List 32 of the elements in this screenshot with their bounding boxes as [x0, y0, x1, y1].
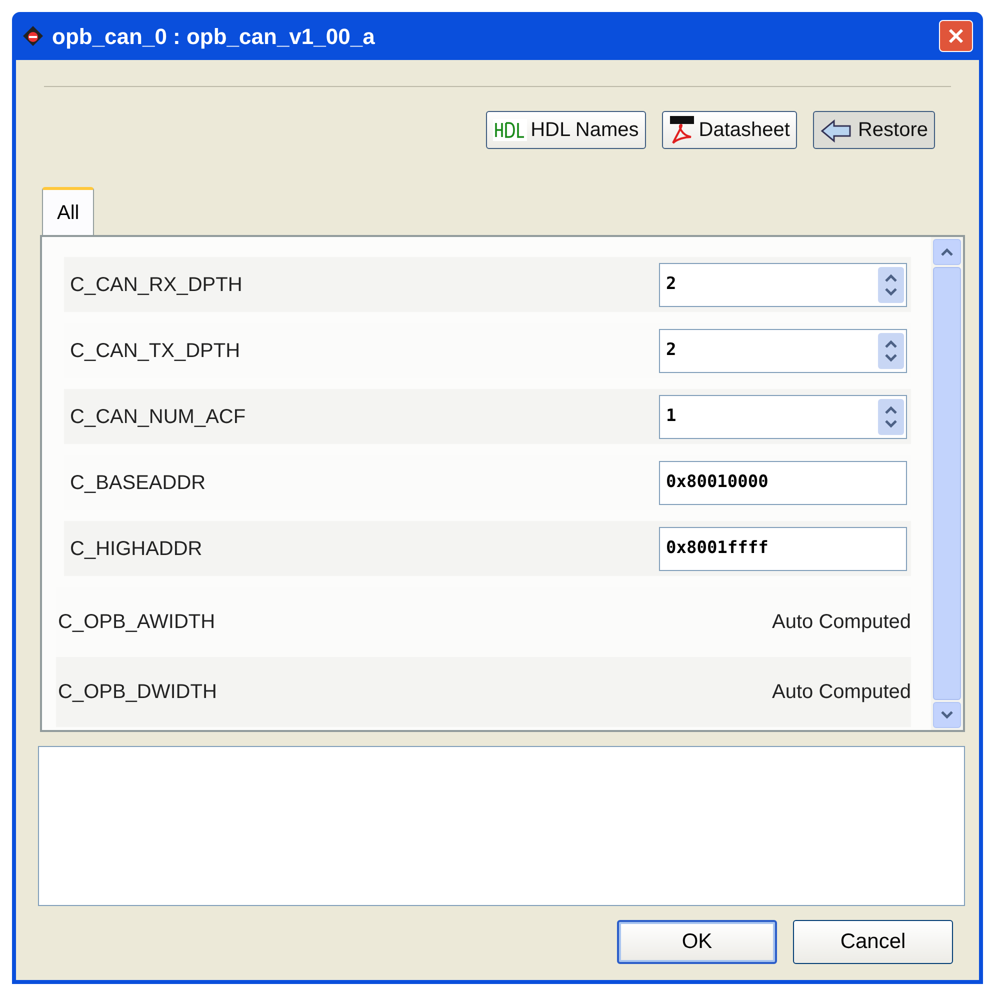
input-field[interactable]: 0x8001ffff [659, 526, 907, 570]
spinner-field[interactable]: 1 [659, 394, 907, 438]
dialog-button[interactable]: OK [617, 920, 777, 964]
parameter-name: C_CAN_RX_DPTH [70, 272, 242, 298]
toolbar-button[interactable]: Restore [812, 111, 935, 149]
spin-arrows-icon[interactable] [878, 332, 904, 368]
scroll-up-icon [940, 247, 954, 257]
scrollbar[interactable] [931, 237, 963, 730]
parameter-name: C_CAN_NUM_ACF [70, 404, 246, 430]
scroll-down-icon [940, 710, 954, 720]
spin-arrows-icon[interactable] [878, 266, 904, 302]
dialog-button[interactable]: Cancel [793, 920, 953, 964]
tab[interactable]: All [42, 187, 94, 235]
toolbar-button[interactable]: HDL Names [486, 111, 646, 149]
hdl-icon [492, 119, 527, 141]
input-field[interactable]: 0x80010000 [659, 460, 907, 504]
spin-arrows-icon[interactable] [878, 398, 904, 434]
parameter-name: C_HIGHADDR [70, 536, 202, 562]
pdf-icon [668, 115, 695, 145]
parameter-name: C_OPB_DWIDTH [58, 680, 217, 705]
toolbar-button[interactable]: Datasheet [662, 111, 797, 149]
spinner-field[interactable]: 2 [659, 262, 907, 306]
spinner-field[interactable]: 2 [659, 328, 907, 372]
app-icon [22, 25, 44, 47]
window-title: opb_can_0 : opb_can_v1_00_a [52, 22, 376, 51]
close-button[interactable] [939, 20, 973, 52]
parameter-name: C_BASEADDR [70, 470, 206, 496]
auto-computed-label: Auto Computed [772, 610, 911, 635]
auto-computed-label: Auto Computed [772, 680, 911, 705]
close-icon [947, 27, 965, 45]
parameter-name: C_CAN_TX_DPTH [70, 338, 240, 364]
parameter-name: C_OPB_AWIDTH [58, 610, 216, 635]
